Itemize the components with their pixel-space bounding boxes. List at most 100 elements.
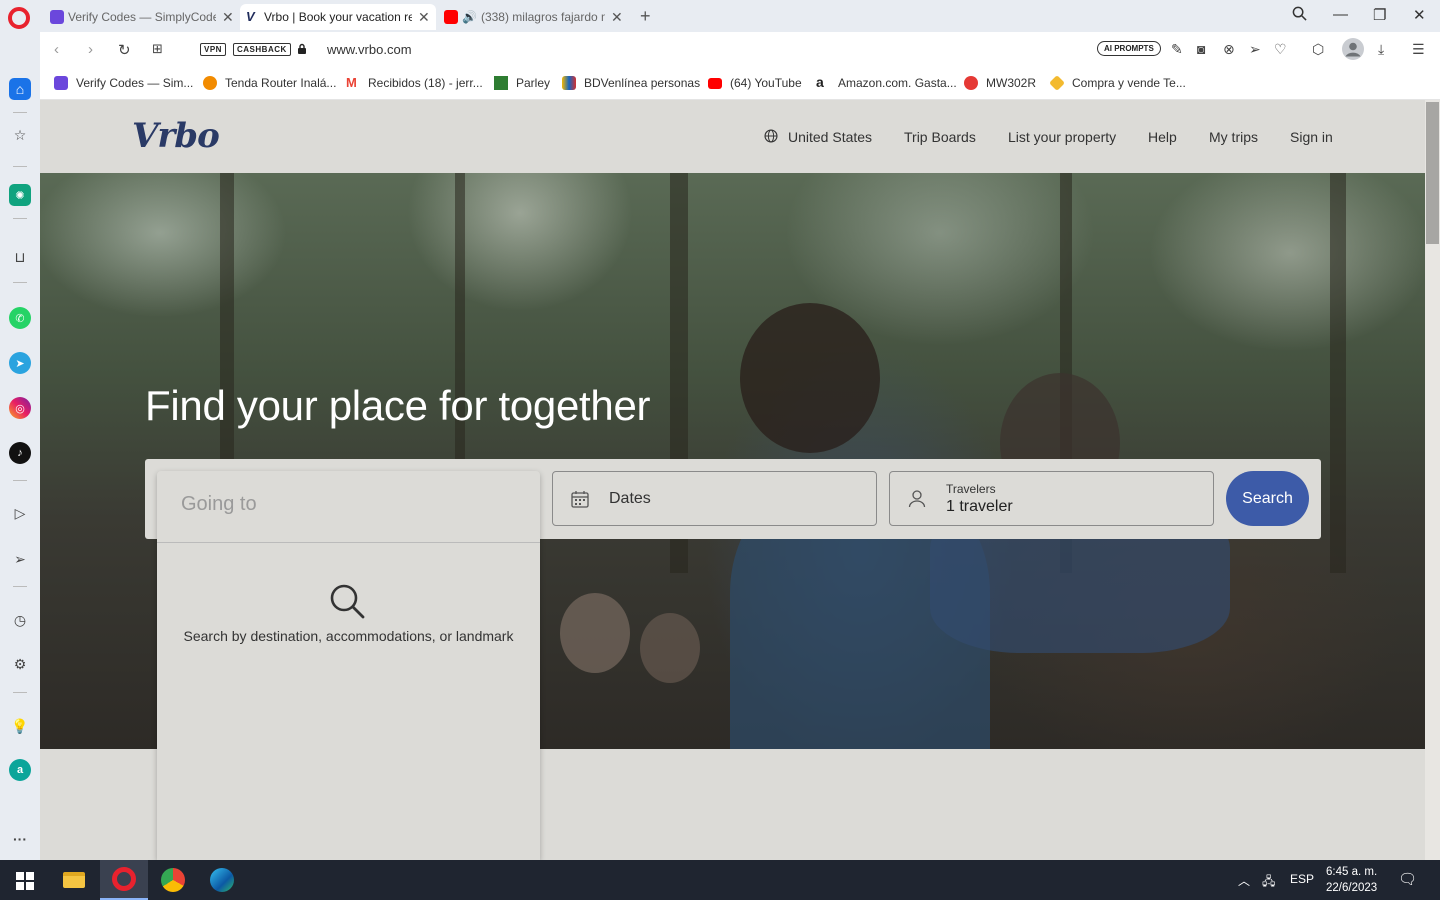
bookmark-favicon-icon: [203, 76, 217, 90]
shopping-bag-icon[interactable]: ⊔: [9, 246, 31, 268]
easy-setup-icon[interactable]: ☰: [1412, 41, 1425, 58]
travelers-label: Travelers: [946, 482, 996, 496]
nav-help[interactable]: Help: [1148, 129, 1177, 145]
nav-my-trips[interactable]: My trips: [1209, 129, 1258, 145]
opera-icon: [112, 867, 136, 891]
extensions-cube-icon[interactable]: ⬡: [1312, 41, 1324, 58]
gmail-icon: M: [346, 76, 360, 90]
notifications-icon[interactable]: 🗨: [1398, 870, 1417, 888]
region-selector[interactable]: United States: [788, 129, 872, 145]
aria-icon[interactable]: a: [9, 759, 31, 781]
scrollbar-thumb[interactable]: [1426, 102, 1439, 244]
taskbar-opera[interactable]: [100, 860, 148, 900]
opera-menu-icon[interactable]: [8, 7, 30, 29]
tab-title: Verify Codes — SimplyCodes: [68, 10, 216, 24]
search-tabs-icon[interactable]: [1292, 6, 1307, 25]
tab-close-icon[interactable]: ✕: [418, 9, 430, 26]
bookmark-item[interactable]: Parley: [494, 76, 550, 90]
settings-gear-icon[interactable]: ⚙: [9, 653, 31, 675]
edit-icon[interactable]: ✎: [1171, 41, 1183, 58]
download-icon[interactable]: ⤓: [1378, 41, 1384, 58]
dates-field[interactable]: Dates: [552, 471, 877, 526]
url-field[interactable]: www.vrbo.com: [327, 42, 412, 57]
reload-icon[interactable]: ↻: [118, 41, 131, 59]
adblock-icon[interactable]: ⊗: [1223, 41, 1235, 58]
person-icon: [908, 490, 926, 508]
tab-vrbo[interactable]: V Vrbo | Book your vacation rentals ✕: [240, 4, 436, 30]
travelers-field[interactable]: Travelers 1 traveler: [889, 471, 1214, 526]
tab-grid-icon[interactable]: ⊞: [152, 41, 163, 57]
cashback-badge[interactable]: CASHBACK: [233, 43, 291, 56]
back-icon[interactable]: ‹: [54, 41, 59, 58]
tab-close-icon[interactable]: ✕: [611, 9, 623, 26]
bookmark-favicon-icon: [562, 76, 576, 90]
tab-close-icon[interactable]: ✕: [222, 9, 234, 26]
bookmark-item[interactable]: BDVenlínea personas: [562, 76, 700, 90]
windows-start-icon[interactable]: [16, 872, 34, 890]
page-viewport: Vrbo United States Trip Boards List your…: [40, 100, 1425, 860]
bookmark-item[interactable]: Tenda Router Inalá...: [203, 76, 336, 90]
network-icon[interactable]: 🖧: [1262, 872, 1275, 893]
opera-sidebar: ⌂ ☆ ✺ ⊔ ✆ ➤ ◎ ♪ ▷ ➢ ◷ ⚙ 💡 a ···: [0, 32, 40, 860]
taskbar-file-explorer[interactable]: [50, 860, 98, 900]
vrbo-logo[interactable]: Vrbo: [132, 116, 220, 156]
bookmarks-bar: Verify Codes — Sim... Tenda Router Inalá…: [40, 68, 1440, 100]
taskbar-edge[interactable]: [198, 860, 246, 900]
tips-bulb-icon[interactable]: 💡: [9, 715, 31, 737]
nav-trip-boards[interactable]: Trip Boards: [904, 129, 976, 145]
home-icon[interactable]: ⌂: [9, 78, 31, 100]
telegram-icon[interactable]: ➤: [9, 352, 31, 374]
bookmark-item[interactable]: Compra y vende Te...: [1049, 75, 1186, 91]
bookmark-item[interactable]: Verify Codes — Sim...: [54, 76, 193, 90]
nav-list-property[interactable]: List your property: [1008, 129, 1116, 145]
more-icon[interactable]: ···: [9, 828, 31, 850]
going-to-field[interactable]: [157, 471, 540, 543]
camera-icon[interactable]: ◙: [1197, 41, 1205, 57]
avatar[interactable]: [1342, 38, 1364, 63]
globe-icon[interactable]: [764, 129, 778, 143]
minimize-icon[interactable]: —: [1333, 6, 1348, 23]
bookmark-item[interactable]: (64) YouTube: [708, 76, 802, 90]
speaker-icon[interactable]: 🔊: [462, 10, 477, 24]
nav-sign-in[interactable]: Sign in: [1290, 129, 1333, 145]
bookmark-favicon-icon: [494, 76, 508, 90]
whatsapp-icon[interactable]: ✆: [9, 307, 31, 329]
taskbar-chrome[interactable]: [149, 860, 197, 900]
send-icon[interactable]: ➢: [9, 548, 31, 570]
player-icon[interactable]: ▷: [9, 502, 31, 524]
forward-icon[interactable]: ›: [88, 41, 93, 58]
vpn-badge[interactable]: VPN: [200, 43, 226, 56]
send-icon[interactable]: ➢: [1249, 41, 1261, 58]
tab-youtube[interactable]: 🔊 (338) milagros fajardo musica ✕: [438, 4, 634, 30]
tray-chevron-icon[interactable]: ︿: [1238, 872, 1250, 889]
bookmark-item[interactable]: a Amazon.com. Gasta...: [816, 75, 957, 90]
going-to-input[interactable]: [181, 493, 511, 516]
star-icon[interactable]: ☆: [9, 124, 31, 146]
tiktok-icon[interactable]: ♪: [9, 442, 31, 464]
history-icon[interactable]: ◷: [9, 609, 31, 631]
clock[interactable]: 6:45 a. m. 22/6/2023: [1326, 864, 1377, 896]
address-bar: ‹ › ↻ ⊞ VPN CASHBACK www.vrbo.com AI PRO…: [40, 32, 1440, 68]
clock-time: 6:45 a. m.: [1326, 866, 1378, 878]
bookmark-item[interactable]: M Recibidos (18) - jerr...: [346, 76, 483, 90]
binance-icon: [1049, 75, 1065, 91]
bookmark-item[interactable]: MW302R: [964, 76, 1036, 90]
travelers-value: 1 traveler: [946, 498, 1013, 515]
destination-dropdown: Search by destination, accommodations, o…: [157, 471, 540, 860]
heart-icon[interactable]: ♡: [1274, 41, 1287, 58]
search-button[interactable]: Search: [1226, 471, 1309, 526]
new-tab-button[interactable]: +: [640, 6, 651, 27]
search-icon: [330, 584, 365, 619]
edge-icon: [210, 868, 234, 892]
instagram-icon[interactable]: ◎: [9, 397, 31, 419]
dates-label: Dates: [609, 490, 651, 507]
language-indicator[interactable]: ESP: [1290, 872, 1314, 886]
lock-icon[interactable]: [297, 43, 307, 54]
restore-icon[interactable]: ❐: [1373, 6, 1386, 24]
chatgpt-icon[interactable]: ✺: [9, 184, 31, 206]
tab-title: (338) milagros fajardo musica: [480, 10, 605, 24]
ai-prompts-button[interactable]: AI PROMPTS: [1097, 41, 1161, 56]
amazon-icon: a: [816, 75, 830, 90]
close-window-icon[interactable]: ✕: [1413, 6, 1426, 24]
tab-verify-codes[interactable]: Verify Codes — SimplyCodes ✕: [44, 4, 240, 30]
